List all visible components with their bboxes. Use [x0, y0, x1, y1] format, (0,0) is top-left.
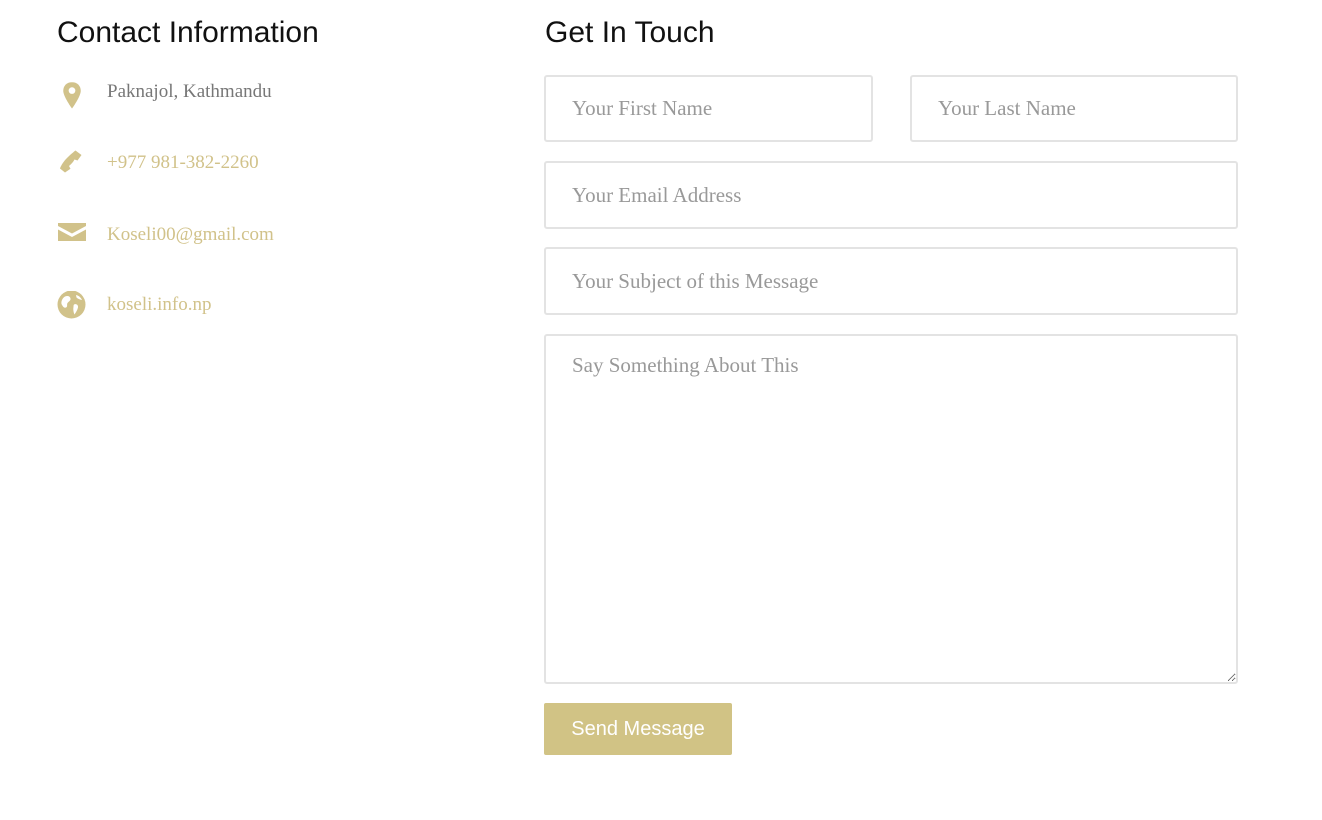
last-name-input[interactable]	[910, 75, 1238, 142]
contact-address: Paknajol, Kathmandu	[57, 78, 477, 118]
message-textarea[interactable]	[544, 334, 1238, 684]
contact-website[interactable]: koseli.info.np	[57, 291, 477, 331]
globe-icon	[57, 291, 87, 327]
contact-email[interactable]: Koseli00@gmail.com	[57, 221, 477, 261]
envelope-icon	[57, 221, 87, 257]
contact-information-heading: Contact Information	[57, 16, 319, 49]
phone-link[interactable]: +977 981-382-2260	[107, 151, 259, 175]
email-link[interactable]: Koseli00@gmail.com	[107, 223, 274, 247]
contact-phone[interactable]: +977 981-382-2260	[57, 149, 477, 189]
first-name-input[interactable]	[544, 75, 873, 142]
phone-icon	[57, 149, 87, 185]
address-text: Paknajol, Kathmandu	[107, 81, 272, 102]
send-message-button[interactable]: Send Message	[544, 703, 732, 755]
get-in-touch-heading: Get In Touch	[545, 16, 715, 49]
subject-input[interactable]	[544, 247, 1238, 315]
map-pin-icon	[57, 78, 87, 114]
website-link[interactable]: koseli.info.np	[107, 293, 212, 317]
email-input[interactable]	[544, 161, 1238, 229]
